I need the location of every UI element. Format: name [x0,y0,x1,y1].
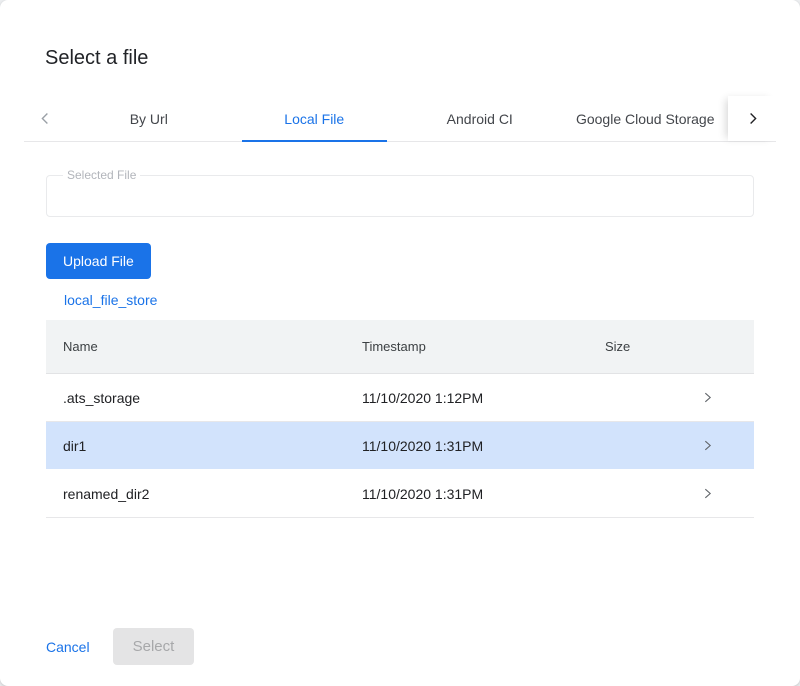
tab-android-ci[interactable]: Android CI [397,96,563,141]
cell-timestamp: 11/10/2020 1:31PM [362,486,605,502]
upload-file-button[interactable]: Upload File [46,243,151,279]
cell-timestamp: 11/10/2020 1:31PM [362,438,605,454]
cancel-button[interactable]: Cancel [46,639,90,655]
table-header-row: Name Timestamp Size [46,320,754,374]
column-header-timestamp: Timestamp [362,339,605,354]
tab-label: Google Cloud Storage [576,111,715,127]
local-file-store-link[interactable]: local_file_store [64,292,157,308]
tab-list: By Url Local File Android CI Google Clou… [66,96,728,141]
cell-name: .ats_storage [63,390,362,406]
chevron-right-icon [701,439,714,452]
table-row[interactable]: dir1 11/10/2020 1:31PM [46,422,754,470]
chevron-right-icon [701,391,714,404]
chevron-right-icon [745,111,760,126]
table-row[interactable]: .ats_storage 11/10/2020 1:12PM [46,374,754,422]
chevron-left-icon [38,111,53,126]
selected-file-field: Selected File [46,168,754,217]
cell-name: renamed_dir2 [63,486,362,502]
selected-file-label: Selected File [63,168,140,182]
cell-name: dir1 [63,438,362,454]
page-title: Select a file [45,46,754,70]
selected-file-input[interactable] [59,182,741,204]
column-header-name: Name [63,339,362,354]
tab-google-cloud-storage[interactable]: Google Cloud Storage [563,96,729,141]
tab-local-file[interactable]: Local File [232,96,398,141]
tab-panel-local-file: Selected File Upload File local_file_sto… [0,142,800,665]
tab-label: Android CI [447,111,513,127]
chevron-right-icon [701,487,714,500]
tab-label: Local File [284,111,344,127]
tabs-scroll-right-button[interactable] [728,96,776,141]
tabs-scroll-left-button[interactable] [24,96,66,141]
tab-by-url[interactable]: By Url [66,96,232,141]
table-row[interactable]: renamed_dir2 11/10/2020 1:31PM [46,470,754,518]
select-button[interactable]: Select [113,628,195,665]
cell-timestamp: 11/10/2020 1:12PM [362,390,605,406]
file-table: Name Timestamp Size .ats_storage 11/10/2… [46,320,754,518]
select-file-dialog: Select a file By Url Local File Android … [0,0,800,686]
column-header-size: Size [605,339,690,354]
dialog-actions: Cancel Select [46,628,754,665]
tab-label: By Url [130,111,168,127]
tab-bar: By Url Local File Android CI Google Clou… [24,96,776,142]
